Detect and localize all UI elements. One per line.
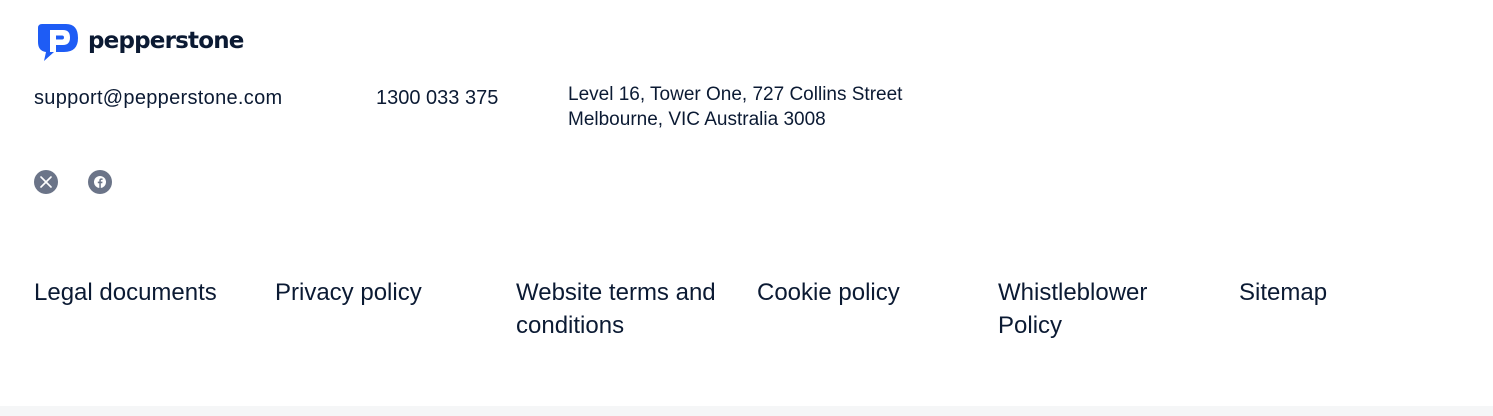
facebook-icon[interactable] bbox=[88, 170, 112, 194]
support-phone-link[interactable]: 1300 033 375 bbox=[376, 86, 498, 110]
sitemap-link[interactable]: Sitemap bbox=[1239, 276, 1480, 342]
legal-documents-link[interactable]: Legal documents bbox=[34, 276, 275, 342]
address-line-2: Melbourne, VIC Australia 3008 bbox=[568, 109, 826, 130]
address-line-1: Level 16, Tower One, 727 Collins Street bbox=[568, 84, 903, 105]
footer-links: Legal documents Privacy policy Website t… bbox=[34, 276, 1480, 342]
support-email-link[interactable]: support@pepperstone.com bbox=[34, 86, 282, 110]
cookie-policy-link[interactable]: Cookie policy bbox=[757, 276, 998, 342]
social-links bbox=[34, 170, 112, 194]
brand-name: pepperstone bbox=[88, 27, 244, 54]
website-terms-link[interactable]: Website terms and conditions bbox=[516, 276, 757, 342]
page-bottom-divider bbox=[0, 406, 1493, 416]
brand-logo[interactable]: pepperstone bbox=[36, 20, 244, 62]
pepperstone-logo-icon bbox=[38, 24, 78, 61]
office-address: Level 16, Tower One, 727 Collins Street … bbox=[568, 82, 902, 132]
whistleblower-policy-link[interactable]: Whistleblower Policy bbox=[998, 276, 1239, 342]
x-icon[interactable] bbox=[34, 170, 58, 194]
privacy-policy-link[interactable]: Privacy policy bbox=[275, 276, 516, 342]
